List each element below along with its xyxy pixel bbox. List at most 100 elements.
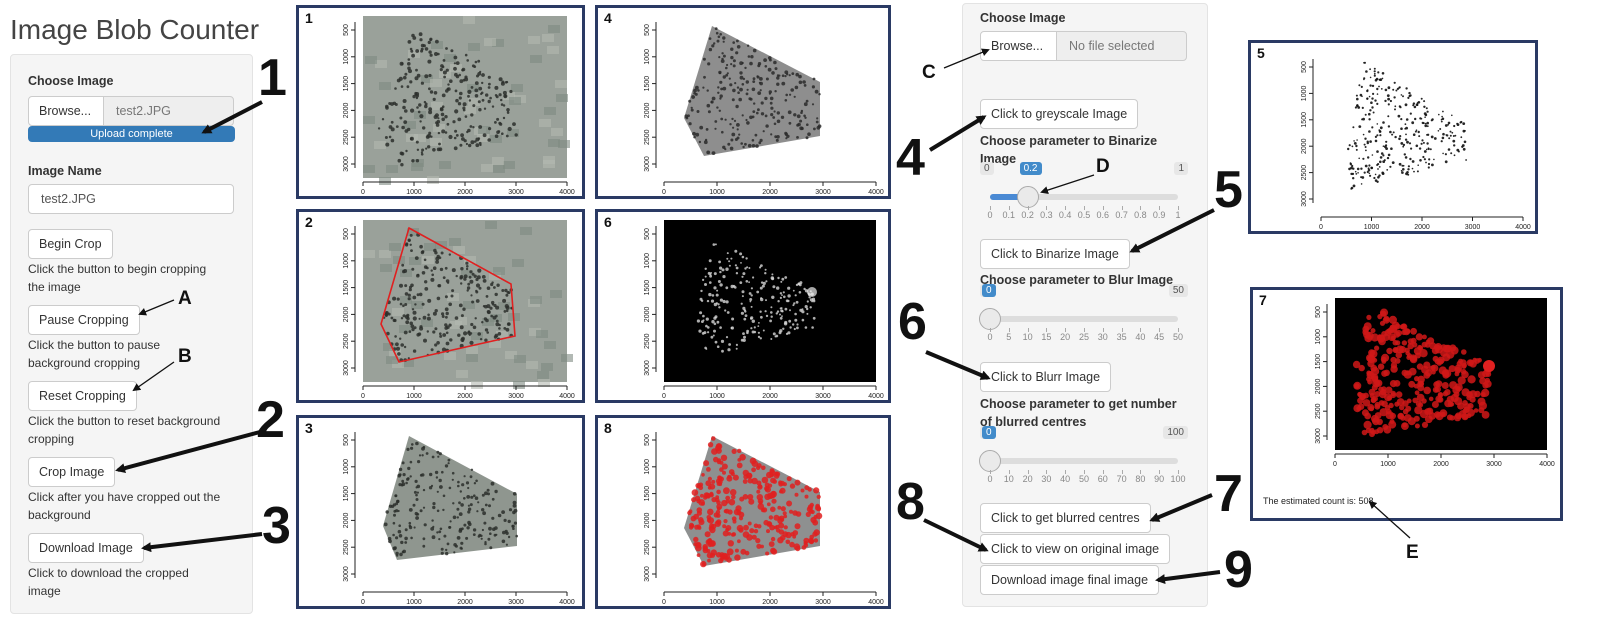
binary-dot [1376, 134, 1379, 137]
centres-slider[interactable]: 010000102030405060708090100 [979, 426, 1188, 486]
centre-marker [747, 494, 754, 500]
blob-dot [432, 505, 436, 510]
blob-dot [473, 65, 477, 68]
blob-dot [474, 317, 477, 320]
binary-dot [1453, 144, 1456, 147]
pause-cropping-button[interactable]: Pause Cropping [28, 305, 140, 335]
centre-blob [1361, 409, 1369, 417]
binary-dot [1379, 160, 1382, 164]
binary-dot [1420, 97, 1423, 100]
image-name-field[interactable]: test2.JPG [28, 184, 234, 214]
centre-blob [1370, 373, 1379, 382]
blob-dot [494, 85, 499, 90]
blob-dot [752, 77, 756, 81]
download-image-button[interactable]: Download Image [28, 533, 144, 563]
centre-marker [731, 448, 737, 454]
app-title: Image Blob Counter [10, 14, 260, 45]
binarize-slider[interactable]: 0 1 0.2 0 0.1 0.2 0.3 0.4 0.5 0.6 0.7 0.8 0.9 1 [980, 162, 1188, 222]
centre-marker [721, 463, 728, 470]
right-browse-button[interactable]: Browse... [980, 31, 1057, 61]
binary-dot [1361, 106, 1364, 109]
binary-dot [1427, 147, 1430, 150]
centre-marker [696, 553, 701, 557]
blob-dot [404, 541, 408, 544]
blurred-blob [812, 316, 816, 320]
view-original-button[interactable]: Click to view on original image [980, 534, 1171, 564]
blob-dot [394, 87, 397, 90]
browse-button[interactable]: Browse... [28, 96, 104, 126]
binary-dot [1368, 164, 1371, 167]
x-tick-label: 2000 [762, 189, 778, 196]
crop-image-button[interactable]: Crop Image [28, 457, 116, 487]
blurred-blob [710, 335, 714, 339]
blurred-blob [728, 260, 731, 263]
slider-handle[interactable] [979, 450, 1001, 472]
blob-dot [401, 461, 405, 465]
greyscale-button[interactable]: Click to greyscale Image [980, 99, 1139, 129]
blob-dot [443, 534, 447, 538]
binary-dot [1424, 116, 1426, 118]
binary-dot [1450, 152, 1453, 155]
binary-dot [1442, 110, 1444, 113]
blob-dot [690, 108, 694, 112]
photo-texture [543, 156, 555, 164]
photo-texture [422, 256, 434, 264]
centre-blob [1418, 345, 1424, 351]
blob-dot [396, 346, 400, 351]
centre-blob [1438, 366, 1447, 375]
blob-dot [776, 76, 780, 80]
x-tick-label: 4000 [559, 393, 575, 400]
binary-dot [1391, 133, 1394, 136]
blurred-blob [789, 309, 791, 312]
y-tick-label: 2000 [644, 513, 651, 529]
centre-blob [1413, 383, 1419, 389]
binary-dot [1447, 121, 1451, 125]
x-tick-label: 2000 [762, 599, 778, 606]
blob-dot [415, 441, 419, 446]
binary-dot [1376, 180, 1379, 183]
photo-texture [485, 221, 497, 229]
blob-dot [745, 80, 749, 84]
blob-dot [486, 310, 491, 314]
blob-dot [401, 482, 406, 487]
blob-dot [403, 75, 407, 80]
blob-dot [487, 537, 491, 541]
blob-dot [506, 111, 510, 114]
centre-blob [1473, 408, 1479, 413]
binary-dot [1377, 176, 1380, 179]
centre-marker [761, 465, 766, 471]
blurred-blob [698, 329, 702, 333]
blob-dot [422, 506, 426, 509]
blob-dot [772, 116, 776, 119]
begin-crop-button[interactable]: Begin Crop [28, 229, 113, 259]
photo-texture [536, 330, 548, 338]
centre-marker [758, 484, 763, 489]
blurred-blob [801, 308, 804, 311]
binarize-button[interactable]: Click to Binarize Image [980, 239, 1130, 269]
blob-dot [691, 95, 695, 99]
slider-tick-label: 0.7 [1115, 210, 1128, 220]
blob-dot [717, 35, 721, 39]
reset-cropping-button[interactable]: Reset Cropping [28, 381, 137, 411]
blob-dot [497, 513, 502, 518]
blob-dot [478, 141, 482, 145]
blob-dot [457, 484, 460, 488]
slider-handle[interactable] [979, 308, 1001, 330]
blur-slider[interactable]: 050005101520253035404550 [979, 284, 1188, 344]
blurred-blob [708, 292, 712, 297]
blur-param-label: Choose parameter to Blur Image [980, 273, 1174, 287]
binary-dot [1366, 97, 1369, 100]
binary-dot [1453, 124, 1456, 128]
blurred-blob [730, 257, 733, 260]
blurred-blob [759, 310, 762, 313]
centre-blob [1358, 364, 1365, 372]
blob-dot [791, 72, 795, 75]
binary-dot [1373, 70, 1376, 73]
binary-dot [1394, 105, 1397, 108]
blob-dot [740, 142, 743, 145]
get-centres-button[interactable]: Click to get blurred centres [980, 503, 1151, 533]
slider-handle[interactable] [1016, 186, 1039, 208]
blur-button[interactable]: Click to Blurr Image [980, 362, 1112, 392]
download-final-button[interactable]: Download image final image [980, 565, 1160, 595]
binary-dot [1421, 139, 1424, 142]
